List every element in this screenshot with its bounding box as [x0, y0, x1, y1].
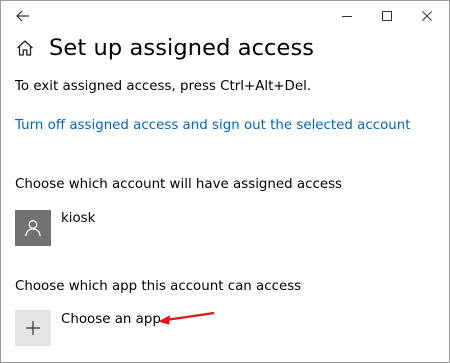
home-icon[interactable] [15, 38, 35, 58]
close-icon [422, 11, 432, 21]
settings-window: Set up assigned access To exit assigned … [0, 0, 450, 363]
choose-app-label: Choose an app [61, 312, 161, 327]
minimize-icon [342, 16, 352, 17]
account-section-heading: Choose which account will have assigned … [15, 177, 343, 192]
maximize-icon [382, 11, 392, 21]
selected-account-button[interactable]: kiosk [15, 210, 95, 246]
choose-app-button[interactable]: Choose an app [15, 310, 161, 346]
plus-icon [15, 310, 51, 346]
account-name: kiosk [61, 211, 96, 226]
app-section-heading: Choose which app this account can access [15, 279, 302, 294]
close-button[interactable] [404, 1, 449, 31]
red-annotation-arrow-icon [158, 311, 215, 325]
page-header: Set up assigned access [15, 33, 314, 63]
back-arrow-icon [16, 10, 29, 22]
page-title: Set up assigned access [49, 35, 315, 61]
back-button[interactable] [9, 5, 37, 27]
user-avatar-icon [15, 210, 51, 246]
turn-off-assigned-access-link[interactable]: Turn off assigned access and sign out th… [15, 118, 411, 133]
title-bar [1, 1, 449, 31]
exit-instruction-text: To exit assigned access, press Ctrl+Alt+… [15, 79, 312, 94]
